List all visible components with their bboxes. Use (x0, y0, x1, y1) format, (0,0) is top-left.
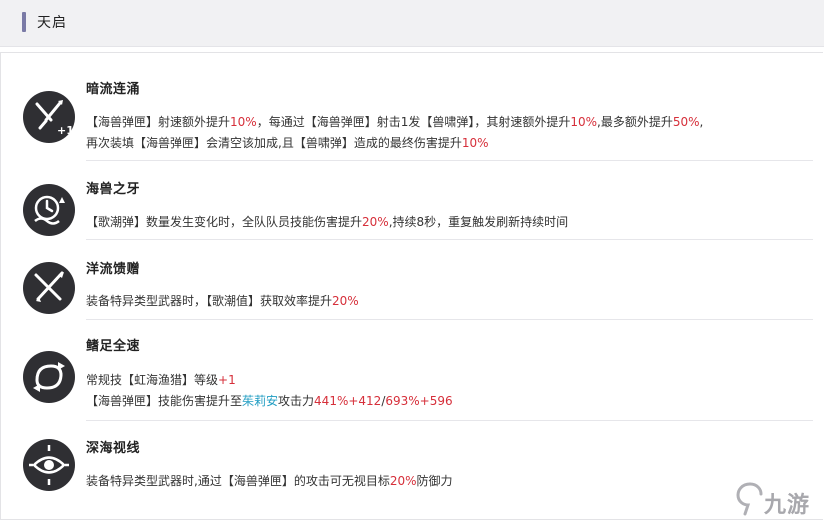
description-text: 常规技【虹海渔猎】等级 (86, 373, 219, 387)
watermark-text: 九游 (764, 493, 811, 518)
skill-name: 深海视线 (86, 441, 141, 456)
highlight-value: 693%+596 (385, 394, 453, 408)
description-text: , (699, 115, 704, 129)
header-accent-bar (22, 12, 26, 32)
eye-target-icon (22, 438, 76, 492)
divider (86, 160, 813, 161)
skill-description: 装备特异类型武器时，【歌潮值】获取效率提升20% (86, 291, 811, 312)
description-text: 再次装填【海兽弹匣】会清空该加成,且【兽啸弹】造成的最终伤害提升 (86, 136, 462, 150)
highlight-value: 10% (230, 115, 257, 129)
description-text: 防御力 (416, 474, 453, 488)
description-line: 【歌潮弹】数量发生变化时，全队队员技能伤害提升20%,持续8秒，重复触发刷新持续… (86, 212, 811, 233)
crossed-blades-icon (22, 261, 76, 315)
highlight-value: +1 (218, 373, 236, 387)
swirl-arrows-icon (22, 350, 76, 404)
description-text: ,持续8秒，重复触发刷新持续时间 (388, 215, 569, 229)
skill-name: 洋流馈赠 (86, 262, 141, 277)
section-header: 天启 (0, 0, 824, 47)
skill-name: 暗流连涌 (86, 82, 141, 97)
description-line: 装备特异类型武器时,通过【海兽弹匣】的攻击可无视目标20%防御力 (86, 471, 811, 492)
highlight-value: 茱莉安 (242, 394, 279, 408)
highlight-value: 20% (389, 474, 417, 488)
clock-wave-icon (22, 183, 76, 237)
description-text: 【海兽弹匣】技能伤害提升至 (86, 394, 243, 408)
description-text: 攻击力 (278, 394, 315, 408)
description-text: 装备特异类型武器时,通过【海兽弹匣】的攻击可无视目标 (86, 474, 390, 488)
highlight-value: 10% (461, 136, 489, 150)
skill-description: 常规技【虹海渔猎】等级+1 【海兽弹匣】技能伤害提升至茱莉安攻击力441%+412… (86, 370, 811, 412)
divider (86, 420, 813, 421)
highlight-value: 10% (570, 115, 597, 129)
torpedo-plus-one-icon: +1 (22, 90, 76, 144)
description-line: 再次装填【海兽弹匣】会清空该加成,且【兽啸弹】造成的最终伤害提升10% (86, 133, 811, 154)
jiuyou-logo-icon (736, 482, 763, 516)
svg-text:+1: +1 (57, 124, 74, 137)
description-text: 【歌潮弹】数量发生变化时，全队队员技能伤害提升 (86, 215, 363, 229)
jiuyou-watermark: 九游 (736, 482, 824, 518)
skill-description: 【海兽弹匣】射速额外提升10%，每通过【海兽弹匣】射击1发【兽啸弹】，其射速额外… (86, 112, 811, 154)
description-line: 【海兽弹匣】技能伤害提升至茱莉安攻击力441%+412/693%+596 (86, 391, 811, 412)
skill-description: 装备特异类型武器时,通过【海兽弹匣】的攻击可无视目标20%防御力 (86, 471, 811, 492)
section-title: 天启 (37, 15, 67, 31)
skill-name: 鳍足全速 (86, 339, 141, 354)
description-text: 装备特异类型武器时，【歌潮值】获取效率提升 (86, 294, 333, 308)
description-text: ，每通过【海兽弹匣】射击1发【兽啸弹】，其射速额外提升 (256, 115, 571, 129)
skill-name: 海兽之牙 (86, 182, 141, 197)
highlight-value: 20% (362, 215, 389, 229)
description-text: 【海兽弹匣】射速额外提升 (86, 115, 231, 129)
description-line: 装备特异类型武器时，【歌潮值】获取效率提升20% (86, 291, 811, 312)
divider (86, 239, 813, 240)
divider (86, 319, 813, 320)
highlight-value: 50% (672, 115, 700, 129)
description-text: ,最多额外提升 (597, 115, 673, 129)
description-line: 【海兽弹匣】射速额外提升10%，每通过【海兽弹匣】射击1发【兽啸弹】，其射速额外… (86, 112, 811, 133)
skill-description: 【歌潮弹】数量发生变化时，全队队员技能伤害提升20%,持续8秒，重复触发刷新持续… (86, 212, 811, 233)
highlight-value: 20% (332, 294, 359, 308)
highlight-value: 441%+412 (314, 394, 382, 408)
description-line: 常规技【虹海渔猎】等级+1 (86, 370, 811, 391)
